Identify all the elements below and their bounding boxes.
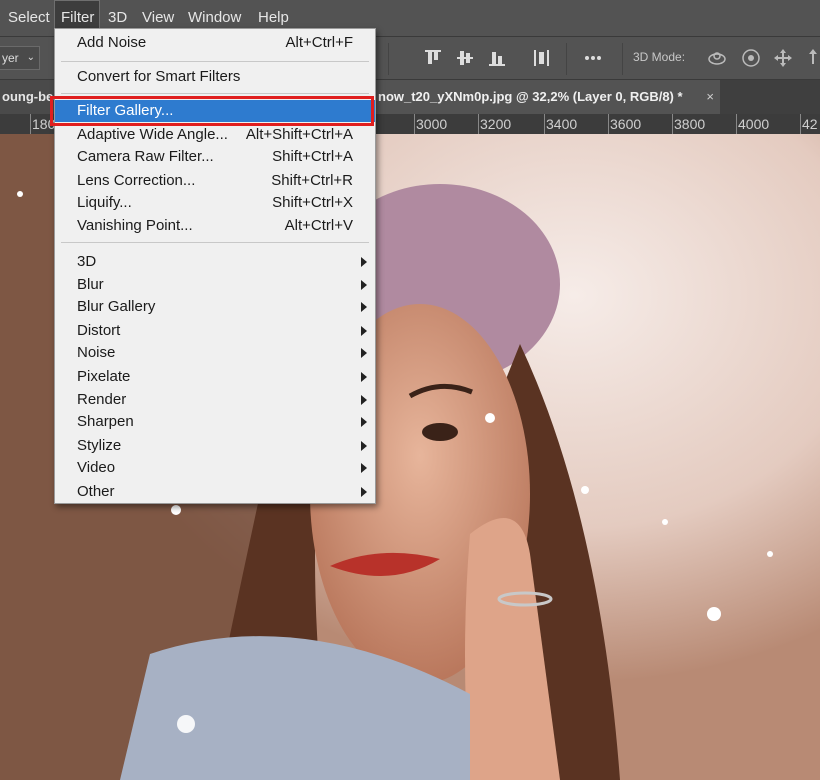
menu-item-shortcut: Alt+Shift+Ctrl+A (245, 126, 353, 143)
align-top-icon[interactable] (422, 47, 444, 69)
3d-slide-icon[interactable] (802, 47, 820, 69)
menu-item-label: Noise (77, 344, 116, 361)
layer-select-dropdown[interactable]: yer ⌄ (0, 46, 40, 70)
layer-select-value: yer (2, 51, 19, 65)
menu-item-blur[interactable]: Blur (55, 274, 375, 296)
submenu-arrow-icon (361, 302, 367, 312)
menu-item-shortcut: Shift+Ctrl+A (272, 148, 353, 165)
menu-item-distort[interactable]: Distort (55, 320, 375, 342)
submenu-arrow-icon (361, 326, 367, 336)
ruler-label: 3800 (674, 116, 706, 132)
chevron-down-icon: ⌄ (26, 52, 35, 63)
menu-item-label: Lens Correction... (77, 172, 196, 189)
ruler-label: 3000 (416, 116, 448, 132)
align-vertical-center-icon[interactable] (454, 47, 476, 69)
submenu-arrow-icon (361, 463, 367, 473)
align-bottom-icon[interactable] (486, 47, 508, 69)
more-options-icon[interactable] (582, 47, 604, 69)
submenu-arrow-icon (361, 348, 367, 358)
menu-item-label: Render (77, 391, 127, 408)
highlight-annotation-box (50, 96, 374, 126)
ruler-label: 42 (802, 116, 818, 132)
menu-item-label: Video (77, 459, 116, 476)
menu-item-label: Liquify... (77, 194, 132, 211)
menu-item-camera-raw-filter[interactable]: Camera Raw Filter... Shift+Ctrl+A (55, 146, 375, 168)
menu-item-shortcut: Shift+Ctrl+X (272, 194, 353, 211)
menu-item-convert-smart-filters[interactable]: Convert for Smart Filters (55, 66, 375, 88)
submenu-arrow-icon (361, 280, 367, 290)
menu-item-render[interactable]: Render (55, 389, 375, 411)
submenu-arrow-icon (361, 417, 367, 427)
menu-item-label: Pixelate (77, 368, 131, 385)
submenu-arrow-icon (361, 487, 367, 497)
menu-item-shortcut: Alt+Ctrl+F (285, 34, 353, 51)
menu-item-label: Stylize (77, 437, 122, 454)
menu-item-label: Camera Raw Filter... (77, 148, 214, 165)
3d-roll-icon[interactable] (740, 47, 762, 69)
menu-item-blur-gallery[interactable]: Blur Gallery (55, 296, 375, 318)
menu-item-adaptive-wide-angle[interactable]: Adaptive Wide Angle... Alt+Shift+Ctrl+A (55, 124, 375, 146)
menu-item-label: Convert for Smart Filters (77, 68, 241, 85)
menu-item-label: Blur (77, 276, 104, 293)
menu-item-lens-correction[interactable]: Lens Correction... Shift+Ctrl+R (55, 170, 375, 192)
submenu-arrow-icon (361, 395, 367, 405)
menu-item-label: 3D (77, 253, 97, 270)
submenu-arrow-icon (361, 441, 367, 451)
tab-document-2-title: now_t20_yXNm0p.jpg @ 32,2% (Layer 0, RGB… (378, 89, 683, 104)
menu-item-other[interactable]: Other (55, 481, 375, 503)
menu-select[interactable]: Select (2, 0, 56, 36)
menu-item-sharpen[interactable]: Sharpen (55, 411, 375, 433)
menu-item-noise[interactable]: Noise (55, 342, 375, 364)
submenu-arrow-icon (361, 257, 367, 267)
ruler-label: 3400 (546, 116, 578, 132)
ruler-label: 3600 (610, 116, 642, 132)
distribute-icon[interactable] (530, 47, 552, 69)
close-icon[interactable]: × (706, 80, 714, 114)
tab-document-2[interactable]: now_t20_yXNm0p.jpg @ 32,2% (Layer 0, RGB… (376, 80, 720, 114)
3d-pan-icon[interactable] (772, 47, 794, 69)
menu-item-label: Other (77, 483, 115, 500)
3d-mode-label: 3D Mode: (633, 50, 686, 64)
menu-item-label: Distort (77, 322, 121, 339)
menu-item-video[interactable]: Video (55, 457, 375, 479)
ruler-label: 3200 (480, 116, 512, 132)
menu-item-pixelate[interactable]: Pixelate (55, 366, 375, 388)
menu-item-add-noise[interactable]: Add Noise Alt+Ctrl+F (55, 32, 375, 54)
menu-item-shortcut: Alt+Ctrl+V (284, 217, 353, 234)
3d-orbit-icon[interactable] (706, 47, 728, 69)
submenu-arrow-icon (361, 372, 367, 382)
menu-item-label: Add Noise (77, 34, 147, 51)
menu-item-label: Blur Gallery (77, 298, 156, 315)
menu-item-shortcut: Shift+Ctrl+R (271, 172, 353, 189)
menu-item-liquify[interactable]: Liquify... Shift+Ctrl+X (55, 192, 375, 214)
menu-item-label: Vanishing Point... (77, 217, 193, 234)
menu-item-label: Sharpen (77, 413, 134, 430)
menu-item-stylize[interactable]: Stylize (55, 435, 375, 457)
menu-item-3d[interactable]: 3D (55, 251, 375, 273)
menu-item-vanishing-point[interactable]: Vanishing Point... Alt+Ctrl+V (55, 215, 375, 237)
menu-item-label: Adaptive Wide Angle... (77, 126, 228, 143)
ruler-label: 4000 (738, 116, 770, 132)
